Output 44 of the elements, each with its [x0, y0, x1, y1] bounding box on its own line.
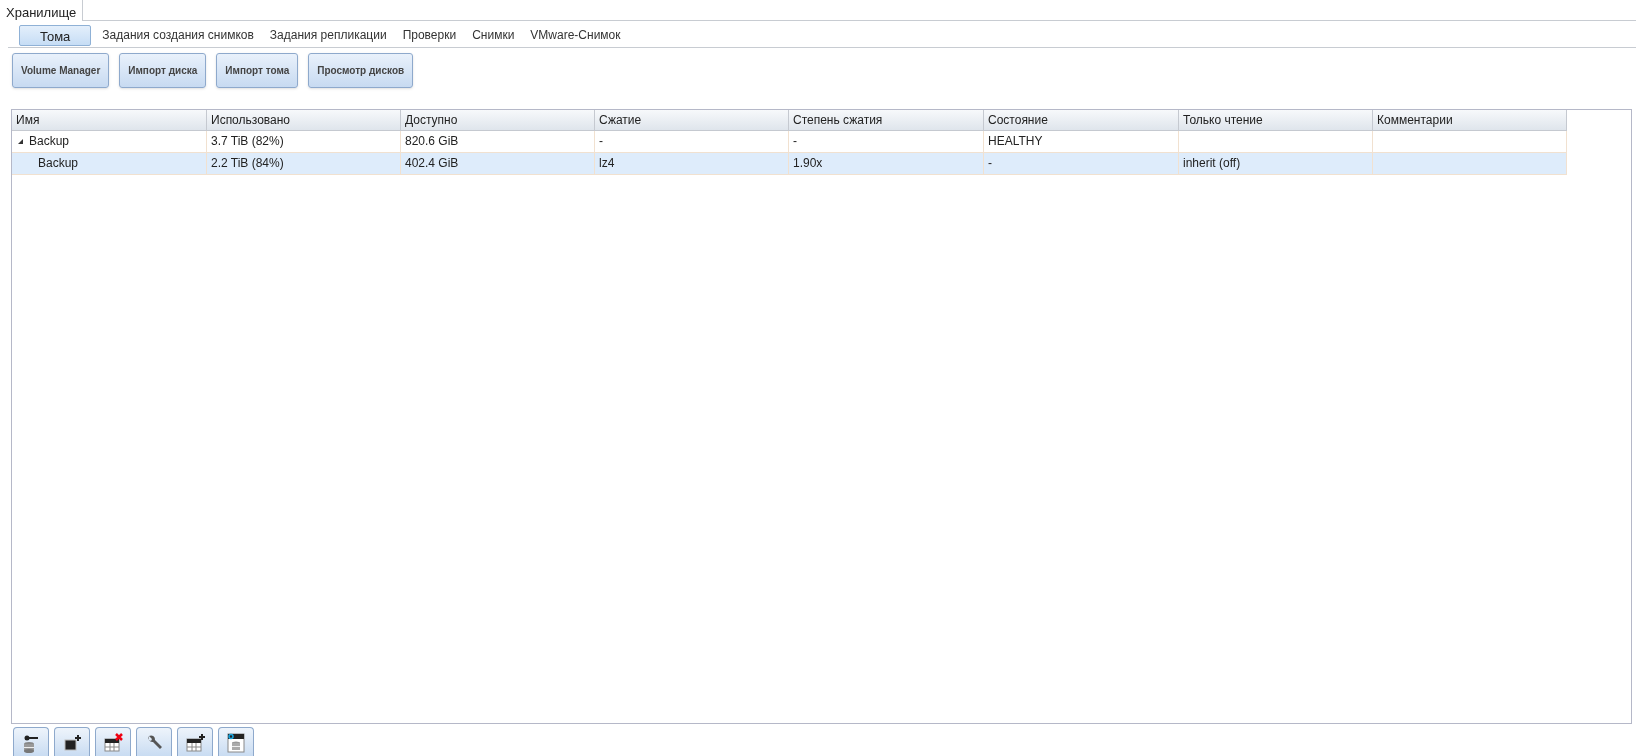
table-row[interactable]: Backup 2.2 TiB (84%) 402.4 GiB lz4 1.90x - inherit (off) — [12, 153, 1567, 175]
table-cell-text: HEALTHY — [988, 133, 1043, 150]
column-header[interactable]: Комментарии — [1373, 110, 1567, 130]
column-header[interactable]: Имя — [12, 110, 207, 130]
table-cell-text: 820.6 GiB — [405, 133, 459, 150]
toolbar-button[interactable]: Volume Manager — [12, 53, 110, 88]
table-delete-icon — [102, 731, 124, 753]
table-cell-text: 402.4 GiB — [405, 155, 459, 172]
tab[interactable]: VMware-Снимок — [527, 24, 624, 46]
column-header[interactable]: Доступно — [401, 110, 595, 130]
table-cell-text: - — [988, 155, 992, 172]
table-cell-text: 3.7 TiB (82%) — [211, 133, 284, 150]
toolbar-icon-button[interactable] — [218, 727, 254, 756]
toolbar-icon-button[interactable] — [95, 727, 131, 756]
table-cell-text: 1.90x — [793, 155, 823, 172]
table-cell-text: - — [599, 133, 603, 150]
toolbar-icon-button[interactable] — [13, 727, 49, 756]
table-cell-text: lz4 — [599, 155, 615, 172]
table-cell-text: - — [793, 133, 797, 150]
column-header[interactable]: Состояние — [984, 110, 1179, 130]
toolbar-button[interactable]: Просмотр дисков — [308, 53, 414, 88]
tab[interactable]: Тома — [19, 24, 92, 46]
column-header[interactable]: Степень сжатия — [789, 110, 984, 130]
tab[interactable]: Снимки — [469, 24, 518, 46]
column-header[interactable]: Только чтение — [1179, 110, 1373, 130]
column-header[interactable]: Использовано — [207, 110, 401, 130]
toolbar-icon-button[interactable] — [54, 727, 90, 756]
toolbar-button[interactable]: Импорт тома — [216, 53, 299, 88]
toolbar-icon-button[interactable] — [177, 727, 213, 756]
expanded-triangle-icon[interactable] — [18, 139, 23, 144]
table-row[interactable]: Backup 3.7 TiB (82%) 820.6 GiB - - HEALTHY — [12, 131, 1567, 153]
tab[interactable]: Проверки — [399, 24, 460, 46]
toolbar-icon-button[interactable] — [136, 727, 172, 756]
table-plus-icon — [184, 731, 206, 753]
table-cell-text: Backup — [38, 155, 79, 172]
main-tab[interactable]: Хранилище — [0, 0, 84, 21]
table-cell-text: 2.2 TiB (84%) — [211, 155, 284, 172]
tab[interactable]: Задания создания снимков — [99, 24, 257, 46]
tab[interactable]: Задания репликации — [266, 24, 390, 46]
toolbar-button[interactable]: Импорт диска — [119, 53, 207, 88]
table-cell-text: inherit (off) — [1183, 155, 1241, 172]
database-table-icon — [225, 731, 247, 753]
column-header[interactable]: Сжатие — [595, 110, 789, 130]
table-cell-text: Backup — [29, 133, 70, 150]
